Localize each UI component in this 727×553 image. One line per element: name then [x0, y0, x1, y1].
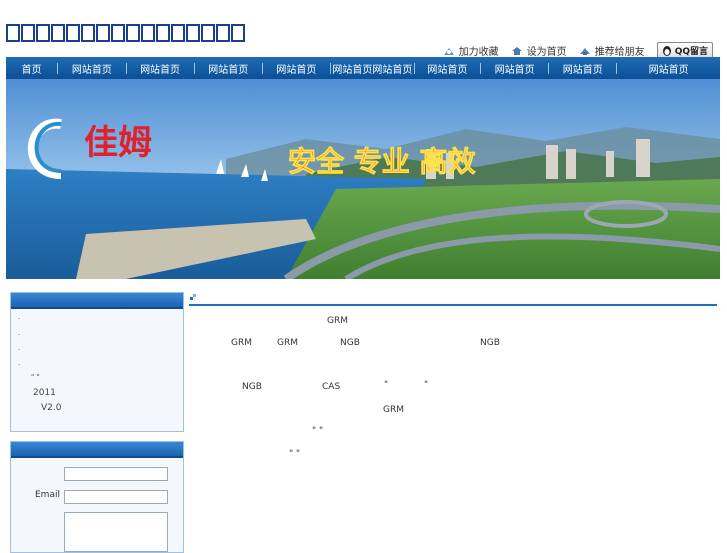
message-textarea[interactable] [64, 512, 168, 552]
banner-logo-text: 佳姆 [84, 123, 152, 163]
title-glyph-box [96, 24, 110, 42]
nav-item-6[interactable]: 网站首页网站首页 [331, 61, 414, 76]
site-title [6, 24, 246, 50]
nav-item-4[interactable]: 网站首页 [195, 61, 262, 76]
title-glyph-box [81, 24, 95, 42]
content-text: GRM [277, 338, 298, 348]
content-divider [189, 304, 717, 306]
nav-item-5[interactable]: 网站首页 [263, 61, 330, 76]
sidebar-line: · [18, 346, 21, 354]
sidebar-line: · [18, 331, 21, 339]
set-homepage-link[interactable]: 设为首页 [511, 43, 567, 58]
title-glyph-box [186, 24, 200, 42]
name-input[interactable] [64, 467, 168, 481]
section-bullet-icon [190, 294, 196, 300]
nav-item-7[interactable]: 网站首页 [415, 61, 480, 76]
title-glyph-box [66, 24, 80, 42]
content-text: " [424, 380, 429, 390]
title-glyph-box [111, 24, 125, 42]
sidebar-line: 2011 [33, 388, 56, 398]
recommend-link[interactable]: 推荐给朋友 [579, 43, 645, 58]
qq-penguin-icon [662, 46, 671, 56]
main-nav: 首页 网站首页 网站首页 网站首页 网站首页 网站首页网站首页 网站首页 网站首页 网站首页 网站… [6, 57, 720, 79]
contact-form-header [11, 442, 183, 458]
nav-item-9[interactable]: 网站首页 [549, 61, 616, 76]
title-glyph-box [51, 24, 65, 42]
title-glyph-box [6, 24, 20, 42]
title-glyph-box [201, 24, 215, 42]
nav-item-2[interactable]: 网站首页 [58, 61, 125, 76]
content-text: NGB [242, 382, 262, 392]
favorite-icon [443, 47, 454, 55]
sidebar-line: · [18, 315, 21, 323]
sidebar-info-panel: · · · · " " 2011 V2.0 [10, 292, 184, 432]
content-text: GRM [327, 316, 348, 326]
content-text: GRM [383, 405, 404, 415]
content-text: " " [289, 449, 301, 459]
nav-item-3[interactable]: 网站首页 [126, 61, 193, 76]
sidebar-line: " " [31, 373, 40, 381]
nav-item-10[interactable]: 网站首页 [617, 61, 720, 76]
recommend-label: 推荐给朋友 [594, 47, 645, 58]
email-input[interactable] [64, 490, 168, 504]
content-text: NGB [480, 338, 500, 348]
content-text: NGB [340, 338, 360, 348]
set-homepage-label: 设为首页 [526, 47, 567, 58]
title-glyph-box [21, 24, 35, 42]
home-icon [511, 46, 522, 55]
title-glyph-box [126, 24, 140, 42]
title-glyph-box [216, 24, 230, 42]
add-favorite-label: 加力收藏 [458, 47, 499, 58]
nav-item-1[interactable]: 首页 [6, 61, 57, 76]
title-glyph-box [231, 24, 245, 42]
title-glyph-box [36, 24, 50, 42]
banner-slogan: 安全 专业 高效 [288, 145, 476, 178]
sidebar-line: · [18, 361, 21, 369]
content-text: CAS [322, 382, 341, 392]
recommend-icon [579, 47, 590, 55]
banner-image: 佳姆 安全 专业 高效 [6, 79, 720, 279]
sidebar-line: V2.0 [41, 403, 62, 413]
content-text: " " [312, 426, 324, 436]
content-text: " [384, 380, 389, 390]
title-glyph-box [141, 24, 155, 42]
contact-form-panel: Email [10, 441, 184, 553]
title-glyph-box [171, 24, 185, 42]
qq-message-label: QQ留言 [674, 47, 708, 57]
nav-item-8[interactable]: 网站首页 [481, 61, 548, 76]
content-text: GRM [231, 338, 252, 348]
add-favorite-link[interactable]: 加力收藏 [443, 43, 499, 58]
email-label: Email [35, 490, 60, 500]
sidebar-info-header [11, 293, 183, 309]
title-glyph-box [156, 24, 170, 42]
